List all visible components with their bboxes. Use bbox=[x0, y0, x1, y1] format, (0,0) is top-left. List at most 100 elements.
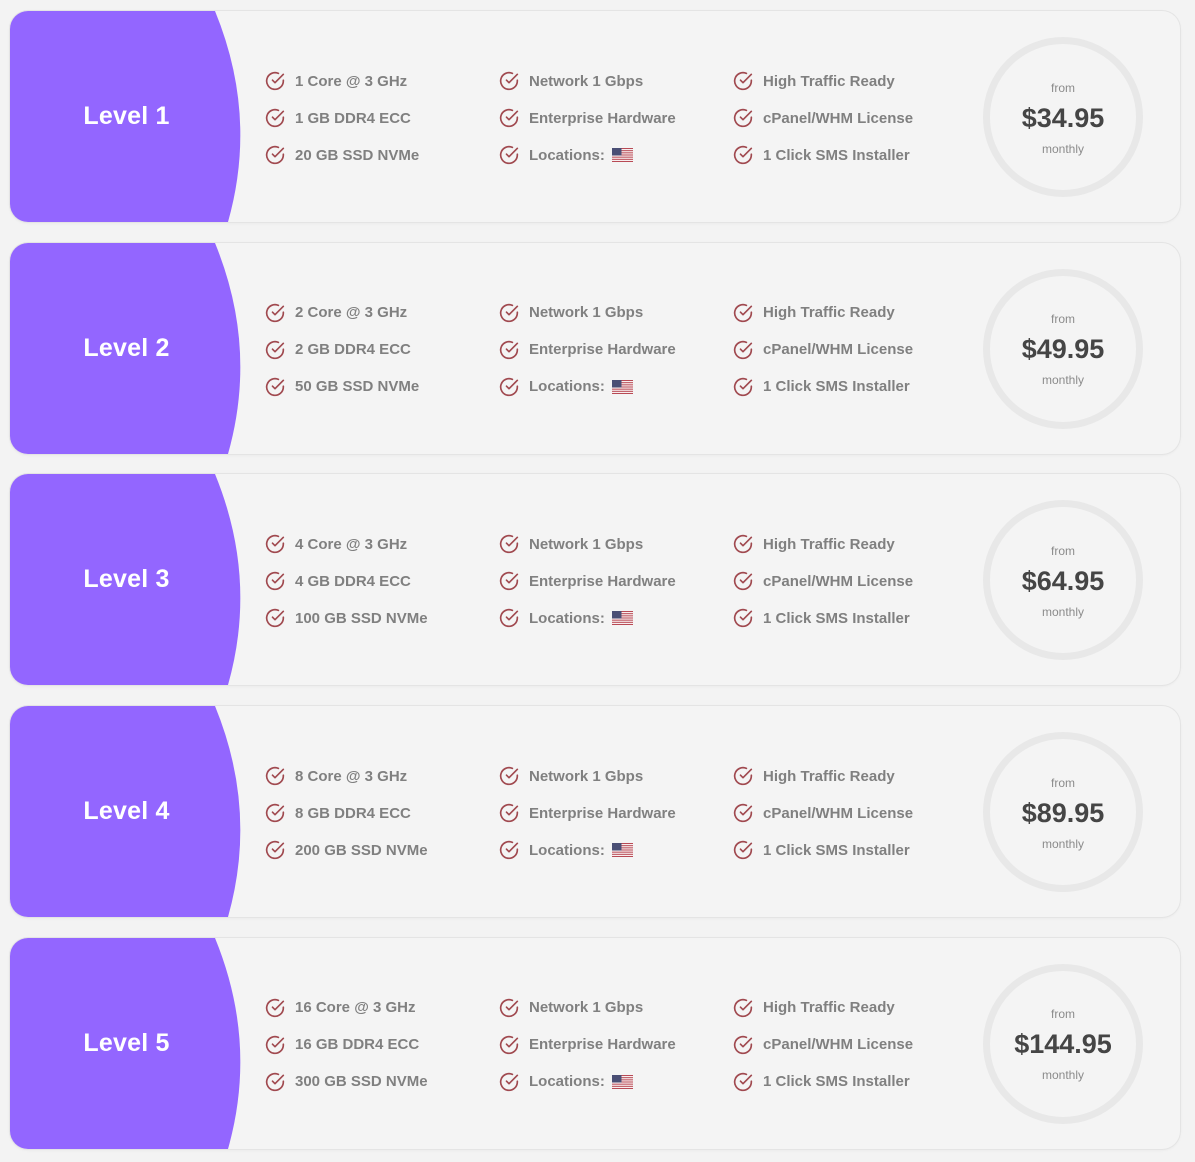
check-circle-icon bbox=[499, 766, 519, 786]
price-badge: from $64.95 monthly bbox=[983, 500, 1143, 661]
check-circle-icon bbox=[733, 766, 753, 786]
check-circle-icon bbox=[499, 1072, 519, 1092]
feature-item: cPanel/WHM License bbox=[733, 339, 973, 361]
plan-card[interactable]: Level 4 8 Core @ 3 GHz Network 1 Gbps High… bbox=[10, 706, 1180, 918]
feature-label: 4 GB DDR4 ECC bbox=[295, 572, 411, 590]
plan-title: Level 5 bbox=[83, 1028, 170, 1057]
feature-label: High Traffic Ready bbox=[763, 72, 895, 90]
check-circle-icon bbox=[265, 340, 285, 360]
feature-item: Enterprise Hardware bbox=[499, 802, 733, 824]
check-circle-icon bbox=[499, 377, 519, 397]
check-circle-icon bbox=[265, 145, 285, 165]
feature-label: 300 GB SSD NVMe bbox=[295, 1073, 428, 1091]
plan-title: Level 4 bbox=[83, 797, 170, 826]
check-circle-icon bbox=[733, 71, 753, 91]
us-flag-icon bbox=[611, 148, 633, 162]
feature-list: 4 Core @ 3 GHz Network 1 Gbps High Traffic… bbox=[265, 533, 973, 629]
feature-item: Locations: bbox=[499, 144, 733, 166]
feature-label: 16 GB DDR4 ECC bbox=[295, 1036, 420, 1054]
feature-label: 20 GB SSD NVMe bbox=[295, 146, 420, 164]
plan-card[interactable]: Level 2 2 Core @ 3 GHz Network 1 Gbps High… bbox=[10, 242, 1180, 454]
feature-item: High Traffic Ready bbox=[733, 302, 973, 324]
check-circle-icon bbox=[265, 840, 285, 860]
check-circle-icon bbox=[499, 71, 519, 91]
feature-item: Enterprise Hardware bbox=[499, 107, 733, 129]
price-period: monthly bbox=[1041, 836, 1085, 851]
feature-label: High Traffic Ready bbox=[763, 999, 895, 1017]
feature-label: Network 1 Gbps bbox=[529, 535, 644, 553]
us-flag-icon bbox=[611, 843, 633, 858]
price-prefix: from bbox=[1051, 80, 1075, 95]
feature-item: Network 1 Gbps bbox=[499, 533, 733, 555]
price-period: monthly bbox=[1041, 604, 1085, 619]
check-circle-icon bbox=[265, 1072, 285, 1092]
price-amount: $34.95 bbox=[1021, 102, 1105, 133]
feature-item: 8 Core @ 3 GHz bbox=[265, 765, 499, 787]
feature-item: 2 Core @ 3 GHz bbox=[265, 302, 499, 324]
plan-card[interactable]: Level 1 1 Core @ 3 GHz Network 1 Gbps High… bbox=[10, 11, 1180, 222]
feature-item: cPanel/WHM License bbox=[733, 1034, 973, 1056]
feature-label: Enterprise Hardware bbox=[529, 572, 676, 590]
feature-label: Enterprise Hardware bbox=[529, 341, 676, 359]
feature-item: High Traffic Ready bbox=[733, 533, 973, 555]
us-flag-icon bbox=[611, 379, 633, 394]
feature-item: Network 1 Gbps bbox=[499, 765, 733, 787]
check-circle-icon bbox=[499, 1035, 519, 1055]
us-flag-icon bbox=[611, 611, 633, 626]
check-circle-icon bbox=[733, 340, 753, 360]
price-amount: $64.95 bbox=[1021, 565, 1105, 596]
feature-list: 1 Core @ 3 GHz Network 1 Gbps High Traffic… bbox=[265, 70, 973, 166]
feature-label: cPanel/WHM License bbox=[763, 341, 914, 359]
feature-label: Locations: bbox=[529, 841, 605, 859]
feature-label: 4 Core @ 3 GHz bbox=[295, 535, 408, 553]
plan-card[interactable]: Level 3 4 Core @ 3 GHz Network 1 Gbps High… bbox=[10, 474, 1180, 686]
check-circle-icon bbox=[733, 803, 753, 823]
check-circle-icon bbox=[265, 571, 285, 591]
price-period: monthly bbox=[1041, 1068, 1085, 1083]
feature-item: cPanel/WHM License bbox=[733, 570, 973, 592]
check-circle-icon bbox=[265, 71, 285, 91]
feature-item: 4 GB DDR4 ECC bbox=[265, 570, 499, 592]
feature-item: Enterprise Hardware bbox=[499, 339, 733, 361]
feature-item: Locations: bbox=[499, 607, 733, 629]
check-circle-icon bbox=[733, 571, 753, 591]
plan-card[interactable]: Level 5 16 Core @ 3 GHz Network 1 Gbps Hig… bbox=[10, 937, 1180, 1149]
check-circle-icon bbox=[499, 998, 519, 1018]
feature-label: 1 Click SMS Installer bbox=[763, 146, 910, 164]
feature-item: 1 Core @ 3 GHz bbox=[265, 70, 499, 92]
feature-label: cPanel/WHM License bbox=[763, 572, 914, 590]
check-circle-icon bbox=[733, 840, 753, 860]
feature-label: 16 Core @ 3 GHz bbox=[295, 999, 416, 1017]
feature-label: 200 GB SSD NVMe bbox=[295, 841, 428, 859]
price-badge: from $34.95 monthly bbox=[983, 37, 1143, 197]
feature-label: Enterprise Hardware bbox=[529, 804, 676, 822]
check-circle-icon bbox=[265, 608, 285, 628]
price-amount: $89.95 bbox=[1021, 797, 1105, 828]
check-circle-icon bbox=[265, 1035, 285, 1055]
feature-label: Locations: bbox=[529, 378, 605, 396]
feature-label: Network 1 Gbps bbox=[529, 304, 644, 322]
feature-item: Network 1 Gbps bbox=[499, 997, 733, 1019]
feature-item: Locations: bbox=[499, 1071, 733, 1093]
feature-item: 4 Core @ 3 GHz bbox=[265, 533, 499, 555]
check-circle-icon bbox=[499, 803, 519, 823]
feature-label: Enterprise Hardware bbox=[529, 1036, 676, 1054]
feature-item: 16 Core @ 3 GHz bbox=[265, 997, 499, 1019]
feature-label: cPanel/WHM License bbox=[763, 109, 914, 127]
feature-list: 2 Core @ 3 GHz Network 1 Gbps High Traffic… bbox=[265, 302, 973, 398]
feature-item: 2 GB DDR4 ECC bbox=[265, 339, 499, 361]
feature-label: 2 Core @ 3 GHz bbox=[295, 304, 408, 322]
check-circle-icon bbox=[733, 1035, 753, 1055]
feature-label: Enterprise Hardware bbox=[529, 109, 676, 127]
feature-label: 8 GB DDR4 ECC bbox=[295, 804, 411, 822]
feature-item: High Traffic Ready bbox=[733, 997, 973, 1019]
feature-label: 1 Click SMS Installer bbox=[763, 841, 910, 859]
feature-item: Locations: bbox=[499, 839, 733, 861]
feature-item: Enterprise Hardware bbox=[499, 570, 733, 592]
feature-item: 200 GB SSD NVMe bbox=[265, 839, 499, 861]
feature-item: Network 1 Gbps bbox=[499, 302, 733, 324]
check-circle-icon bbox=[733, 377, 753, 397]
feature-item: 300 GB SSD NVMe bbox=[265, 1071, 499, 1093]
feature-label: High Traffic Ready bbox=[763, 304, 895, 322]
plan-header: Level 3 bbox=[10, 474, 243, 686]
